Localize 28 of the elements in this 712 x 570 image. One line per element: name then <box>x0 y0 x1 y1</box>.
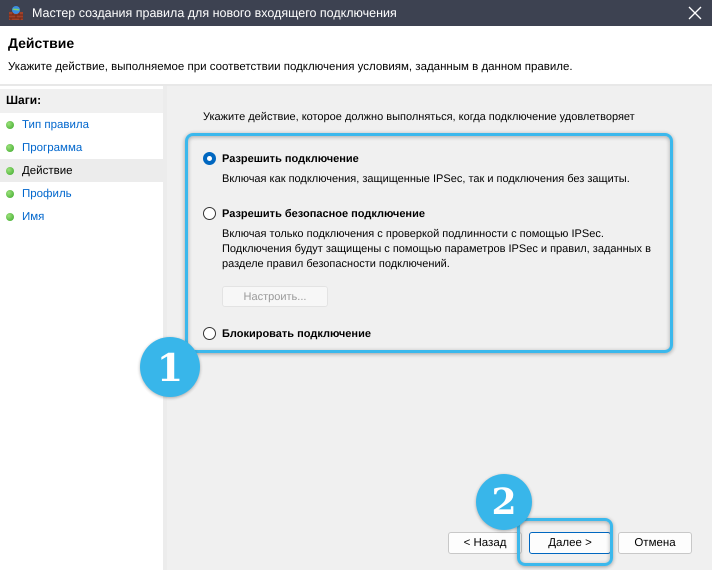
page-title: Действие <box>8 35 76 51</box>
radio-button[interactable] <box>203 327 216 340</box>
intro-text: Укажите действие, которое должно выполняться, когда подключение удовлетворяет <box>203 110 636 124</box>
option-description: Включая как подключения, защищенные IPSec, так и подключения без защиты. <box>222 172 631 187</box>
status-dot-icon <box>6 166 14 174</box>
status-dot-icon <box>6 212 14 220</box>
steps-heading: Шаги: <box>0 89 163 113</box>
option-description: Включая только подключения с проверкой подлинности с помощью IPSec. Подключения будут защищены с помощью параметров IPSec и правил, заданных в разделе правил безопасности подключений. <box>222 227 652 272</box>
step-item[interactable]: Программа <box>0 136 163 159</box>
radio-option[interactable]: Блокировать подключение <box>203 327 371 340</box>
close-icon[interactable] <box>688 6 702 20</box>
firewall-icon <box>8 5 24 21</box>
step-item[interactable]: Тип правила <box>0 113 163 136</box>
radio-option[interactable]: Разрешить подключение <box>203 152 359 165</box>
step-item[interactable]: Имя <box>0 205 163 228</box>
status-dot-icon <box>6 120 14 128</box>
radio-button[interactable] <box>203 152 216 165</box>
window-title: Мастер создания правила для нового входящего подключения <box>32 6 398 20</box>
step-item[interactable]: Действие <box>0 159 163 182</box>
dialog-button[interactable]: Далее > <box>529 532 611 554</box>
page-description: Укажите действие, выполняемое при соответствии подключения условиям, заданным в данном правиле. <box>8 61 574 73</box>
radio-button[interactable] <box>203 207 216 220</box>
radio-option[interactable]: Разрешить безопасное подключение <box>203 207 425 220</box>
dialog-button[interactable]: Отмена <box>618 532 692 554</box>
status-dot-icon <box>6 190 14 198</box>
step-item[interactable]: Профиль <box>0 182 163 205</box>
dialog-button[interactable]: < Назад <box>448 532 522 554</box>
status-dot-icon <box>6 144 14 152</box>
